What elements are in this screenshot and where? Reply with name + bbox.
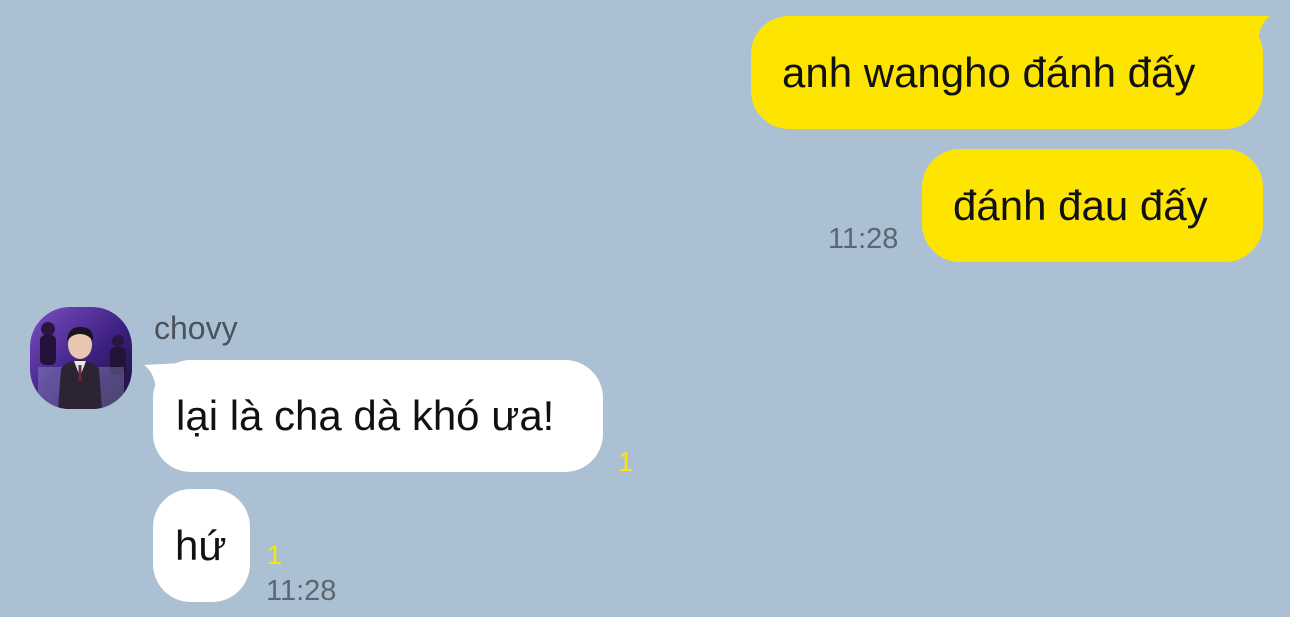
message-text: hứ [175,521,227,569]
unread-count: 1 [618,447,634,477]
incoming-message-bubble[interactable]: hứ [153,489,250,602]
message-text: lại là cha dà khó ưa! [176,392,555,439]
outgoing-message-bubble[interactable]: đánh đau đấy [922,149,1263,262]
incoming-message-bubble[interactable]: lại là cha dà khó ưa! [153,360,603,472]
message-text: anh wangho đánh đấy [782,48,1196,96]
message-timestamp: 11:28 [828,223,899,255]
profile-photo-icon [30,307,132,409]
message-timestamp: 11:28 [266,575,337,607]
outgoing-message-bubble[interactable]: anh wangho đánh đấy [751,16,1263,129]
chat-area[interactable]: anh wangho đánh đấy 11:28 đánh đau đấy c… [0,0,1290,617]
contact-avatar[interactable] [30,307,132,409]
unread-count: 1 [267,540,283,570]
contact-name: chovy [154,310,238,346]
message-text: đánh đau đấy [953,181,1208,229]
